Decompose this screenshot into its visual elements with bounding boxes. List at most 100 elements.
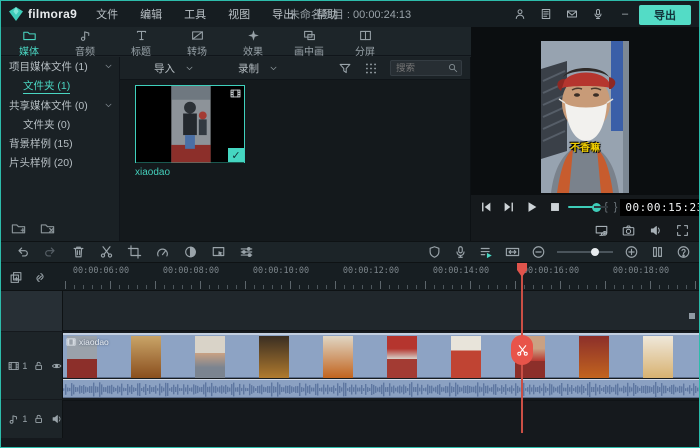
motion-tracking-icon[interactable] — [211, 245, 226, 259]
ruler-label: 00:00:10:00 — [246, 266, 316, 276]
tab-画中画[interactable]: 画中画 — [281, 27, 337, 58]
sidebar-item-2[interactable]: 共享媒体文件 (0) — [1, 96, 119, 115]
undo-icon[interactable] — [15, 245, 30, 259]
zoom-slider[interactable] — [557, 248, 613, 256]
fullscreen-icon[interactable] — [675, 224, 690, 237]
menu-item-3[interactable]: 视图 — [219, 3, 259, 25]
menu-item-0[interactable]: 文件 — [87, 3, 127, 25]
chevron-down-icon[interactable] — [104, 101, 113, 110]
audio-track-icon — [8, 413, 19, 425]
mute-icon[interactable] — [51, 413, 62, 425]
mark-out-icon[interactable]: } — [611, 201, 621, 213]
video-track[interactable]: xiaodao — [63, 332, 700, 399]
trash-icon[interactable] — [71, 245, 86, 259]
search-box[interactable] — [390, 60, 462, 76]
step-forward-icon[interactable] — [502, 200, 516, 214]
view-grid-icon[interactable] — [364, 62, 378, 75]
lock-icon[interactable] — [33, 360, 44, 372]
shield-icon[interactable] — [427, 245, 442, 259]
split-clip-button[interactable] — [511, 335, 533, 365]
zoom-in-icon[interactable] — [624, 245, 639, 259]
help-icon[interactable] — [676, 245, 691, 259]
video-track-number: 1 — [22, 361, 27, 371]
media-item-name[interactable]: xiaodao — [135, 167, 170, 178]
search-icon — [448, 63, 458, 73]
redo-icon[interactable] — [43, 245, 58, 259]
adjust-icon[interactable] — [239, 245, 254, 259]
add-folder-icon[interactable] — [11, 221, 26, 235]
feedback-doc-icon[interactable] — [535, 6, 557, 22]
preview-frame — [541, 41, 629, 193]
playhead-marker[interactable] — [515, 263, 529, 278]
tab-标题[interactable]: 标题 — [113, 27, 169, 58]
lock-icon[interactable] — [33, 413, 44, 425]
preview-video: 不香嘛 — [541, 41, 629, 193]
media-toolbar: 导入 录制 — [120, 57, 470, 80]
microphone-icon[interactable] — [453, 245, 468, 259]
jog-slider[interactable] — [568, 203, 601, 212]
chevron-down-icon[interactable] — [104, 62, 113, 71]
app-logo: filmora9 — [1, 7, 87, 21]
crop-icon[interactable] — [127, 245, 142, 259]
scissors-icon — [516, 344, 529, 357]
sidebar-item-1[interactable]: 文件夹 (1) — [1, 76, 119, 96]
import-dropdown[interactable]: 导入 — [154, 61, 194, 76]
minimize-button[interactable]: – — [613, 5, 637, 23]
import-label: 导入 — [154, 61, 175, 76]
user-icon[interactable] — [509, 6, 531, 22]
audio-track[interactable] — [63, 400, 700, 438]
render-preview-icon[interactable] — [479, 245, 494, 259]
media-folder-icon — [23, 29, 36, 42]
title-bar: filmora9 文件编辑工具视图导出帮助 未命名项目 : 00:00:24:1… — [1, 1, 699, 27]
zoom-out-icon[interactable] — [531, 245, 546, 259]
sidebar-item-3[interactable]: 文件夹 (0) — [1, 115, 119, 134]
menu-item-2[interactable]: 工具 — [175, 3, 215, 25]
record-dropdown[interactable]: 录制 — [238, 61, 278, 76]
play-icon[interactable] — [525, 200, 539, 214]
manage-tracks-icon[interactable] — [9, 271, 23, 284]
volume-icon[interactable] — [648, 224, 663, 237]
menu-item-1[interactable]: 编辑 — [131, 3, 171, 25]
clip-frame-thumbnail — [259, 336, 289, 378]
tab-分屏[interactable]: 分屏 — [337, 27, 393, 58]
delete-folder-icon[interactable] — [40, 221, 55, 235]
color-tuning-icon[interactable] — [183, 245, 198, 259]
step-back-icon[interactable] — [479, 200, 493, 214]
scrollbar-corner — [689, 313, 695, 319]
mail-icon[interactable] — [561, 6, 583, 22]
sidebar-item-4[interactable]: 背景样例 (15) — [1, 134, 119, 153]
filmora-window: filmora9 文件编辑工具视图导出帮助 未命名项目 : 00:00:24:1… — [0, 0, 700, 448]
transport-controls: { } 00:00:15:23 — [471, 195, 700, 219]
filter-icon[interactable] — [338, 62, 352, 75]
export-button[interactable]: 导出 — [639, 5, 691, 25]
tab-效果[interactable]: 效果 — [225, 27, 281, 58]
fit-timeline-icon[interactable] — [505, 245, 520, 259]
speed-icon[interactable] — [155, 245, 170, 259]
clip-video-section[interactable]: xiaodao — [63, 333, 700, 378]
link-icon[interactable] — [33, 271, 47, 284]
video-track-icon — [8, 360, 19, 372]
timeline-ruler[interactable]: 00:00:06:0000:00:08:0000:00:10:0000:00:1… — [1, 263, 699, 291]
tab-音频[interactable]: 音频 — [57, 27, 113, 58]
visibility-icon[interactable] — [51, 360, 62, 372]
tab-转场[interactable]: 转场 — [169, 27, 225, 58]
tab-媒体[interactable]: 媒体 — [1, 27, 57, 58]
overlay-track[interactable] — [63, 291, 700, 331]
microphone-icon[interactable] — [587, 6, 609, 22]
stop-icon[interactable] — [548, 200, 562, 214]
chevron-down-icon — [185, 64, 194, 73]
search-input[interactable] — [396, 63, 448, 74]
scissors-icon[interactable] — [99, 245, 114, 259]
timeline-clip[interactable]: xiaodao — [63, 333, 700, 398]
media-item-card[interactable]: ✓ — [135, 85, 245, 163]
snapshot-icon[interactable] — [621, 224, 636, 237]
resource-tab-bar: 媒体音频标题转场效果画中画分屏 — [1, 27, 471, 56]
track-size-icon[interactable] — [650, 245, 665, 259]
title-text-icon — [135, 29, 148, 42]
sidebar-item-5[interactable]: 片头样例 (20) — [1, 153, 119, 172]
display-settings-icon[interactable] — [594, 224, 609, 237]
sidebar-item-0[interactable]: 项目媒体文件 (1) — [1, 57, 119, 76]
clip-audio-section[interactable] — [63, 379, 700, 398]
split-screen-icon — [359, 29, 372, 42]
clip-frame-thumbnail — [579, 336, 609, 378]
